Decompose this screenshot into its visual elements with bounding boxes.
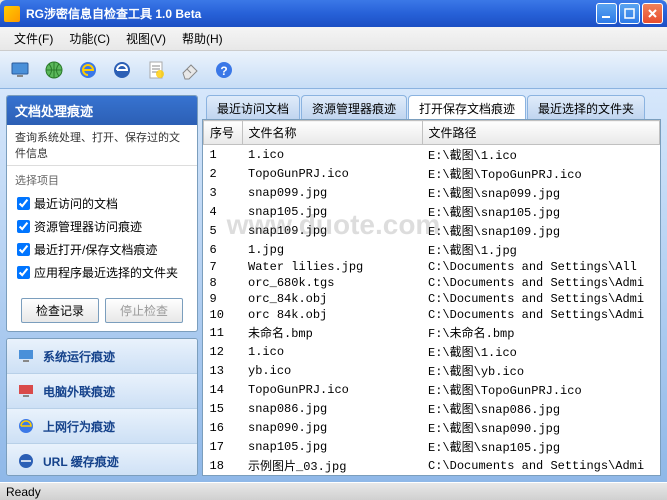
tool-ie2-icon[interactable] [108,56,136,84]
table-row[interactable]: 13yb.icoE:\截图\yb.ico [204,361,660,380]
options-panel: 文档处理痕迹 查询系统处理、打开、保存过的文件信息 选择项目 最近访问的文档 资… [6,95,198,332]
statusbar: Ready [0,482,667,500]
window-title: RG涉密信息自检查工具 1.0 Beta [26,5,596,22]
nav-network-trace[interactable]: 电脑外联痕迹 [7,374,197,409]
table-row[interactable]: 10orc 84k.objC:\Documents and Settings\A… [204,307,660,323]
stop-button[interactable]: 停止检查 [105,298,183,323]
table-row[interactable]: 61.jpgE:\截图\1.jpg [204,240,660,259]
tool-ie-icon[interactable] [74,56,102,84]
table-row[interactable]: 19snap099.jpgE:\截图\snap099.jpg [204,475,660,476]
table-row[interactable]: 11.icoE:\截图\1.ico [204,145,660,165]
table-row[interactable]: 7Water lilies.jpgC:\Documents and Settin… [204,259,660,275]
tool-doc-icon[interactable] [142,56,170,84]
menu-func[interactable]: 功能(C) [61,27,118,50]
tab-open-save-trace[interactable]: 打开保存文档痕迹 [408,95,526,119]
tab-recent-folders[interactable]: 最近选择的文件夹 [527,95,645,119]
table-row[interactable]: 15snap086.jpgE:\截图\snap086.jpg [204,399,660,418]
menubar: 文件(F) 功能(C) 视图(V) 帮助(H) [0,27,667,51]
app-icon [4,6,20,22]
table-row[interactable]: 3snap099.jpgE:\截图\snap099.jpg [204,183,660,202]
titlebar: RG涉密信息自检查工具 1.0 Beta [0,0,667,27]
nav-web-trace[interactable]: 上网行为痕迹 [7,409,197,444]
maximize-button[interactable] [619,3,640,24]
panel-subtitle: 查询系统处理、打开、保存过的文件信息 [7,125,197,166]
table-row[interactable]: 14TopoGunPRJ.icoE:\截图\TopoGunPRJ.ico [204,380,660,399]
check-explorer-trace[interactable]: 资源管理器访问痕迹 [15,215,189,238]
tab-explorer-trace[interactable]: 资源管理器痕迹 [301,95,407,119]
check-button[interactable]: 检查记录 [21,298,99,323]
section-label: 选择项目 [15,172,189,188]
toolbar: ? [0,51,667,89]
tool-globe-icon[interactable] [40,56,68,84]
checkbox[interactable] [17,266,30,279]
table-row[interactable]: 5snap109.jpgE:\截图\snap109.jpg [204,221,660,240]
tool-help-icon[interactable]: ? [210,56,238,84]
minimize-button[interactable] [596,3,617,24]
checkbox[interactable] [17,220,30,233]
col-index[interactable]: 序号 [204,121,243,145]
check-open-save-trace[interactable]: 最近打开/保存文档痕迹 [15,238,189,261]
tab-recent-docs[interactable]: 最近访问文档 [206,95,300,119]
menu-view[interactable]: 视图(V) [118,27,174,50]
tool-monitor-icon[interactable] [6,56,34,84]
nav-system-trace[interactable]: 系统运行痕迹 [7,339,197,374]
col-filepath[interactable]: 文件路径 [422,121,659,145]
table-row[interactable]: 2TopoGunPRJ.icoE:\截图\TopoGunPRJ.ico [204,164,660,183]
tool-erase-icon[interactable] [176,56,204,84]
table-row[interactable]: 17snap105.jpgE:\截图\snap105.jpg [204,437,660,456]
table-row[interactable]: 8orc_680k.tgsC:\Documents and Settings\A… [204,275,660,291]
close-button[interactable] [642,3,663,24]
checkbox[interactable] [17,197,30,210]
menu-help[interactable]: 帮助(H) [174,27,231,50]
tab-strip: 最近访问文档 资源管理器痕迹 打开保存文档痕迹 最近选择的文件夹 [202,95,661,119]
table-row[interactable]: 16snap090.jpgE:\截图\snap090.jpg [204,418,660,437]
svg-text:?: ? [220,64,227,78]
table-row[interactable]: 11未命名.bmpF:\未命名.bmp [204,323,660,342]
check-recent-docs[interactable]: 最近访问的文档 [15,192,189,215]
menu-file[interactable]: 文件(F) [6,27,61,50]
file-grid[interactable]: 序号 文件名称 文件路径 11.icoE:\截图\1.ico2TopoGunPR… [202,119,661,476]
check-app-folders[interactable]: 应用程序最近选择的文件夹 [15,261,189,284]
table-row[interactable]: 18示例图片_03.jpgC:\Documents and Settings\A… [204,456,660,475]
status-text: Ready [6,485,41,499]
checkbox[interactable] [17,243,30,256]
nav-list: 系统运行痕迹 电脑外联痕迹 上网行为痕迹 URL 缓存痕迹 文档处理痕迹 ? [6,338,198,476]
table-row[interactable]: 4snap105.jpgE:\截图\snap105.jpg [204,202,660,221]
col-filename[interactable]: 文件名称 [242,121,422,145]
panel-title: 文档处理痕迹 [7,96,197,125]
nav-url-cache[interactable]: URL 缓存痕迹 [7,444,197,476]
table-row[interactable]: 121.icoE:\截图\1.ico [204,342,660,361]
table-row[interactable]: 9orc_84k.objC:\Documents and Settings\Ad… [204,291,660,307]
